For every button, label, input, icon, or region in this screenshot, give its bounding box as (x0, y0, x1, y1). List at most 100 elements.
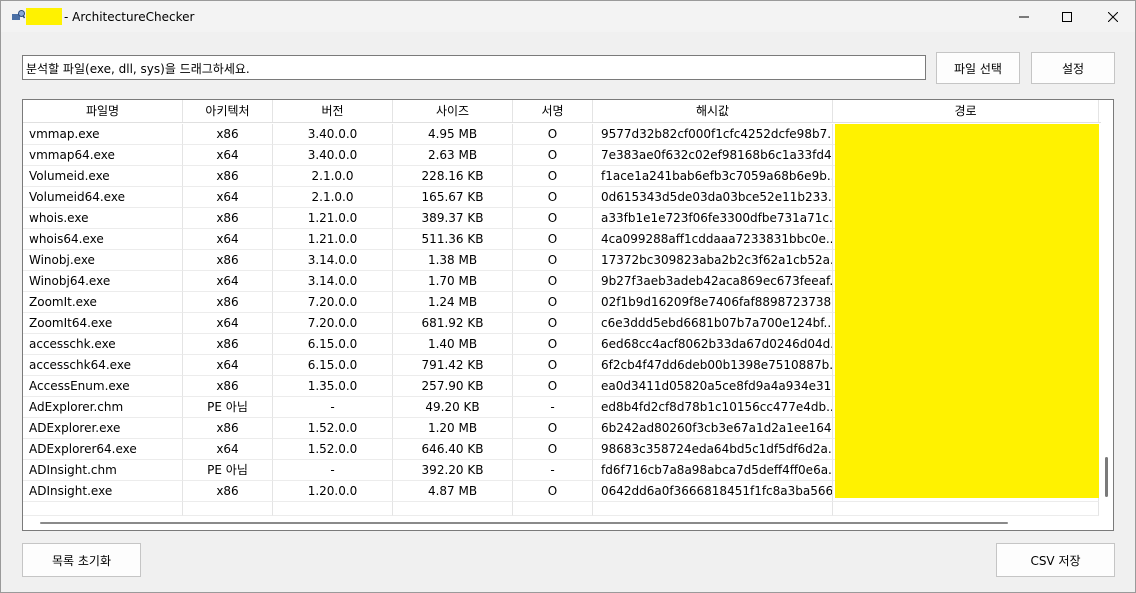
cell-size: 791.42 KB (393, 355, 513, 376)
empty-cell (183, 502, 273, 516)
cell-version: 1.52.0.0 (273, 439, 393, 460)
cell-architecture: x64 (183, 229, 273, 250)
cell-signature: O (513, 376, 593, 397)
cell-filename: whois64.exe (23, 229, 183, 250)
vertical-scrollbar[interactable] (1101, 122, 1113, 517)
cell-filename: vmmap64.exe (23, 145, 183, 166)
cell-architecture: x86 (183, 376, 273, 397)
cell-version: 2.1.0.0 (273, 187, 393, 208)
cell-hash: 4ca099288aff1cddaaa7233831bbc0e... (593, 229, 833, 250)
cell-filename: ADExplorer.exe (23, 418, 183, 439)
cell-version: 1.35.0.0 (273, 376, 393, 397)
cell-size: 681.92 KB (393, 313, 513, 334)
column-header-filename[interactable]: 파일명 (23, 100, 183, 122)
cell-version: 7.20.0.0 (273, 313, 393, 334)
cell-signature: O (513, 229, 593, 250)
redacted-app-name (26, 8, 62, 25)
cell-filename: ADInsight.exe (23, 481, 183, 502)
cell-size: 511.36 KB (393, 229, 513, 250)
column-header-signature[interactable]: 서명 (513, 100, 593, 122)
cell-version: 6.15.0.0 (273, 355, 393, 376)
cell-size: 1.38 MB (393, 250, 513, 271)
results-table[interactable]: 파일명 아키텍처 버전 사이즈 서명 해시값 경로 vmmap.exe x86 3.… (22, 99, 1114, 531)
cell-signature: O (513, 481, 593, 502)
cell-version: 3.14.0.0 (273, 250, 393, 271)
cell-architecture: x64 (183, 187, 273, 208)
reset-list-button[interactable]: 목록 초기화 (22, 543, 141, 577)
cell-architecture: x86 (183, 334, 273, 355)
cell-version: - (273, 397, 393, 418)
cell-signature: O (513, 355, 593, 376)
cell-filename: accesschk.exe (23, 334, 183, 355)
redacted-path-column (835, 124, 1099, 498)
column-header-version[interactable]: 버전 (273, 100, 393, 122)
cell-signature: O (513, 145, 593, 166)
cell-version: 3.14.0.0 (273, 271, 393, 292)
minimize-button[interactable] (1001, 1, 1047, 32)
cell-hash: 6f2cb4f47dd6deb00b1398e7510887b... (593, 355, 833, 376)
cell-filename: ADExplorer64.exe (23, 439, 183, 460)
cell-size: 4.87 MB (393, 481, 513, 502)
cell-filename: vmmap.exe (23, 124, 183, 145)
cell-signature: O (513, 334, 593, 355)
cell-filename: Winobj64.exe (23, 271, 183, 292)
cell-filename: ADInsight.chm (23, 460, 183, 481)
file-drop-field[interactable]: 분석할 파일(exe, dll, sys)을 드래그하세요. (22, 55, 926, 80)
cell-size: 2.63 MB (393, 145, 513, 166)
cell-signature: O (513, 418, 593, 439)
window-title: - ArchitectureChecker (64, 10, 195, 24)
cell-filename: whois.exe (23, 208, 183, 229)
cell-architecture: x64 (183, 313, 273, 334)
cell-filename: ZoomIt.exe (23, 292, 183, 313)
cell-hash: 17372bc309823aba2b2c3f62a1cb52a... (593, 250, 833, 271)
cell-signature: O (513, 187, 593, 208)
cell-version: 1.21.0.0 (273, 229, 393, 250)
horizontal-scrollbar[interactable] (23, 516, 1101, 530)
save-csv-button[interactable]: CSV 저장 (996, 543, 1115, 577)
cell-hash: 0642dd6a0f3666818451f1fc8a3ba566... (593, 481, 833, 502)
cell-architecture: x86 (183, 208, 273, 229)
empty-cell (393, 502, 513, 516)
empty-cell (593, 502, 833, 516)
close-button[interactable] (1090, 1, 1136, 32)
cell-size: 1.40 MB (393, 334, 513, 355)
cell-size: 49.20 KB (393, 397, 513, 418)
maximize-button[interactable] (1044, 1, 1090, 32)
cell-version: 6.15.0.0 (273, 334, 393, 355)
cell-version: 3.40.0.0 (273, 124, 393, 145)
title-bar: - ArchitectureChecker (1, 1, 1135, 32)
cell-size: 4.95 MB (393, 124, 513, 145)
cell-size: 228.16 KB (393, 166, 513, 187)
cell-version: 2.1.0.0 (273, 166, 393, 187)
cell-signature: - (513, 397, 593, 418)
cell-filename: AccessEnum.exe (23, 376, 183, 397)
horizontal-scroll-thumb[interactable] (40, 522, 1008, 524)
cell-hash: ea0d3411d05820a5ce8fd9a4a934e31... (593, 376, 833, 397)
column-header-path[interactable]: 경로 (833, 100, 1099, 122)
column-header-hash[interactable]: 해시값 (593, 100, 833, 122)
cell-hash: ed8b4fd2cf8d78b1c10156cc477e4db... (593, 397, 833, 418)
select-file-button[interactable]: 파일 선택 (936, 52, 1020, 84)
settings-button[interactable]: 설정 (1031, 52, 1115, 84)
cell-version: 1.20.0.0 (273, 481, 393, 502)
cell-architecture: x64 (183, 439, 273, 460)
cell-version: 1.21.0.0 (273, 208, 393, 229)
column-header-size[interactable]: 사이즈 (393, 100, 513, 122)
cell-hash: 98683c358724eda64bd5c1df5df6d2a... (593, 439, 833, 460)
minimize-icon (1019, 16, 1029, 17)
empty-cell (513, 502, 593, 516)
cell-version: 1.52.0.0 (273, 418, 393, 439)
column-header-architecture[interactable]: 아키텍처 (183, 100, 273, 122)
vertical-scroll-thumb[interactable] (1105, 457, 1108, 497)
cell-version: 3.40.0.0 (273, 145, 393, 166)
drop-hint-text: 분석할 파일(exe, dll, sys)을 드래그하세요. (26, 62, 250, 76)
cell-version: 7.20.0.0 (273, 292, 393, 313)
maximize-icon (1062, 11, 1072, 22)
app-window: - ArchitectureChecker 분석할 파일(exe, dll, s… (0, 0, 1136, 593)
cell-filename: Volumeid64.exe (23, 187, 183, 208)
cell-signature: O (513, 313, 593, 334)
cell-architecture: x64 (183, 145, 273, 166)
cell-size: 257.90 KB (393, 376, 513, 397)
cell-architecture: x86 (183, 292, 273, 313)
cell-signature: O (513, 271, 593, 292)
